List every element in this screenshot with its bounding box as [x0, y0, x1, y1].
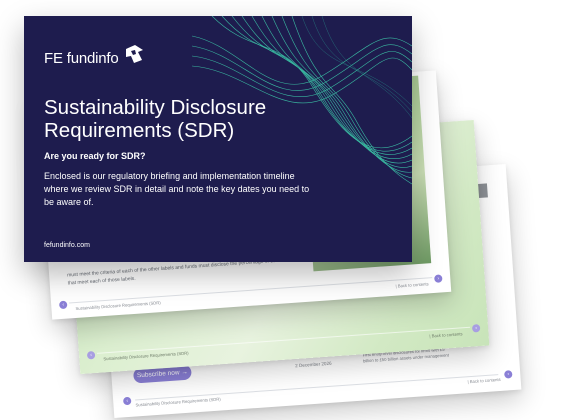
next-page-icon[interactable]: ›: [471, 324, 481, 333]
prev-page-icon[interactable]: ‹: [58, 300, 68, 310]
subtitle-question: Are you ready for SDR?: [44, 151, 146, 161]
timeline-date: 2 December 2026: [295, 360, 332, 369]
website-link[interactable]: fefundinfo.com: [44, 242, 90, 249]
back-to-contents-link[interactable]: | Back to contents: [395, 281, 428, 288]
brand-name: FE fundinfo: [44, 50, 119, 67]
page-title: Sustainability Disclosure Requirements (…: [44, 96, 267, 142]
brand-logo: FE fundinfo: [44, 44, 145, 67]
back-to-contents-link[interactable]: | Back to contents: [429, 331, 462, 338]
prev-page-icon[interactable]: ‹: [86, 350, 96, 360]
next-page-icon[interactable]: ›: [504, 370, 513, 379]
next-page-icon[interactable]: ›: [434, 274, 443, 283]
logo-mark-icon: [125, 44, 143, 63]
prev-page-icon[interactable]: ‹: [122, 396, 132, 406]
footer-divider: [135, 374, 499, 401]
footer-divider: [96, 326, 471, 354]
intro-text: Enclosed is our regulatory briefing and …: [44, 171, 310, 207]
back-to-contents-link[interactable]: | Back to contents: [467, 377, 500, 384]
brochure-cover: FE fundinfo Sustainability Disclosure Re…: [24, 16, 412, 262]
